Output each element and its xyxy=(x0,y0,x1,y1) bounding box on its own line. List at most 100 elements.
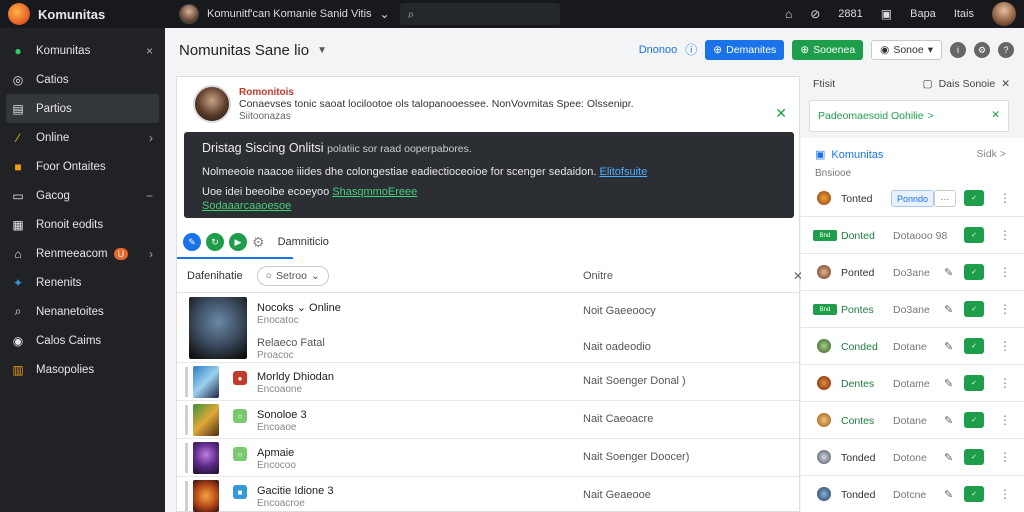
sidebar-item-foor-ontaites[interactable]: ■ Foor Ontaites xyxy=(0,152,165,181)
collapse-icon[interactable]: − xyxy=(146,189,153,203)
community-switcher[interactable]: Komunitf'can Komanie Sanid Vitis ⌄ xyxy=(179,4,390,24)
member-row[interactable]: Ponted Do3ane ✎ ✓ ⋮ xyxy=(801,254,1024,291)
kebab-menu-icon[interactable]: ⋮ xyxy=(999,339,1011,353)
member-avatar xyxy=(817,450,831,464)
close-icon[interactable]: ✕ xyxy=(775,105,787,122)
green-button[interactable]: ⊕ Sooenea xyxy=(792,40,864,60)
kebab-menu-icon[interactable]: ⋮ xyxy=(999,376,1011,390)
sidebar-item-nenanetoites[interactable]: ⌕ Nenanetoites xyxy=(0,297,165,326)
suggestion-card[interactable]: Padeomaesoid Oohilie > ✕ xyxy=(809,100,1009,132)
search-input[interactable]: ⌕ xyxy=(399,3,560,25)
settings-icon[interactable]: ⚙ xyxy=(974,42,990,58)
member-row[interactable]: Dentes Dotame ✎ ✓ ⋮ xyxy=(801,365,1024,402)
help-icon[interactable]: ? xyxy=(998,42,1014,58)
chevron-right-icon[interactable]: › xyxy=(149,247,153,261)
sidebar-item-partios[interactable]: ▤ Partios xyxy=(6,94,159,123)
close-icon[interactable]: ✕ xyxy=(991,109,1000,121)
member-row[interactable]: Conded Dotane ✎ ✓ ⋮ xyxy=(801,328,1024,365)
sidebar-item-catios[interactable]: ◎ Catios xyxy=(0,65,165,94)
approve-button[interactable]: ✓ xyxy=(964,412,984,428)
sidebar-item-masopolies[interactable]: ▥ Masopolies xyxy=(0,355,165,384)
approve-button[interactable]: ✓ xyxy=(964,449,984,465)
edit-icon[interactable]: ✎ xyxy=(944,266,953,279)
more-icon[interactable]: ··· xyxy=(934,190,956,207)
list-item[interactable]: ○ Sonoloe 3 Encoaoe Nait Caeoacre xyxy=(177,401,799,439)
link-icon[interactable]: ⊘ xyxy=(810,8,820,20)
member-date: Do3ane xyxy=(893,267,930,279)
kebab-menu-icon[interactable]: ⋮ xyxy=(999,450,1011,464)
home-icon[interactable]: ⌂ xyxy=(785,8,792,20)
community-section-title[interactable]: ▣ Komunitas xyxy=(815,148,884,162)
list-item[interactable]: Nocoks ⌄ Online Enocatoc Relaeco Fatal P… xyxy=(177,293,799,363)
info-panel-link[interactable]: Sodaaarcaaoesoe xyxy=(202,200,291,212)
approve-button[interactable]: ✓ xyxy=(964,264,984,280)
approve-button[interactable]: ✓ xyxy=(964,375,984,391)
list-icon: ▦ xyxy=(12,217,24,232)
play-icon[interactable]: ▶ xyxy=(229,233,247,251)
home-icon: ⌂ xyxy=(14,246,22,261)
top-label-a[interactable]: Bapa xyxy=(910,8,936,20)
member-row[interactable]: Tonted Ponndo ··· ✓ ⋮ xyxy=(801,180,1024,217)
item-tag-icon: ○ xyxy=(233,447,247,461)
sidebar-item-ronoit-eodits[interactable]: ▦ Ronoit eodits xyxy=(0,210,165,239)
community-section-link[interactable]: Sidk > xyxy=(977,148,1007,160)
list-item[interactable]: ● Morldy Dhiodan Encoaone Nait Soenger D… xyxy=(177,363,799,401)
kebab-menu-icon[interactable]: ⋮ xyxy=(999,228,1011,242)
chevron-down-icon: ⌄ xyxy=(379,7,390,21)
edit-icon[interactable]: ✎ xyxy=(944,377,953,390)
user-avatar[interactable] xyxy=(992,2,1016,26)
brand[interactable]: Komunitas xyxy=(0,0,165,28)
member-row[interactable]: Contes Dotane ✎ ✓ ⋮ xyxy=(801,402,1024,439)
options-dropdown[interactable]: ◉ Sonoe ▾ xyxy=(871,40,942,60)
approve-button[interactable]: ✓ xyxy=(964,190,984,206)
kebab-menu-icon[interactable]: ⋮ xyxy=(999,265,1011,279)
sidebar-item-renenits[interactable]: ✦ Renenits xyxy=(0,268,165,297)
column-header-status[interactable]: Onitre xyxy=(583,270,613,282)
sidebar-item-gacog[interactable]: ▭ Gacog − xyxy=(0,181,165,210)
kebab-menu-icon[interactable]: ⋮ xyxy=(999,191,1011,205)
sidebar-item-renmeeacom[interactable]: ⌂ Renmeeacom U › xyxy=(0,239,165,268)
edit-icon[interactable]: ✎ xyxy=(183,233,201,251)
list-item[interactable]: ○ Apmaie Encocoo Nait Soenger Doocer) xyxy=(177,439,799,477)
approve-button[interactable]: ✓ xyxy=(964,486,984,502)
approve-button[interactable]: ✓ xyxy=(964,301,984,317)
right-panel-action[interactable]: ▢ Dais Sonoie ✕ xyxy=(923,78,1010,90)
edit-icon[interactable]: ✎ xyxy=(944,488,953,501)
settings-icon[interactable]: ⚙ xyxy=(252,235,265,249)
info-panel-link[interactable]: ShasqmmoEreee xyxy=(332,186,417,198)
member-row[interactable]: Bnd Donted Dotaooo 98 ✓ ⋮ xyxy=(801,217,1024,254)
list-item[interactable]: ■ Gacitie Idione 3 Encoacroe Nait Geaeoo… xyxy=(177,477,799,512)
primary-button[interactable]: ⊕ Demanites xyxy=(705,40,785,60)
kebab-menu-icon[interactable]: ⋮ xyxy=(999,302,1011,316)
chat-icon[interactable]: ▣ xyxy=(881,8,892,20)
header-link[interactable]: Dnonoo xyxy=(639,44,678,56)
info-icon[interactable]: ⓘ xyxy=(685,44,697,56)
edit-icon[interactable]: ✎ xyxy=(944,414,953,427)
edit-icon[interactable]: ✎ xyxy=(944,340,953,353)
community-section-title-text: Komunitas xyxy=(831,148,884,161)
refresh-icon[interactable]: ↻ xyxy=(206,233,224,251)
info-panel-link[interactable]: Elitofsuite xyxy=(600,166,648,178)
member-row[interactable]: Tonded Dotone ✎ ✓ ⋮ xyxy=(801,439,1024,476)
member-action-button[interactable]: Ponndo xyxy=(891,190,935,207)
item-name-suffix: 3 xyxy=(300,409,307,421)
sidebar-item-calos-caims[interactable]: ◉ Calos Caims xyxy=(0,326,165,355)
kebab-menu-icon[interactable]: ⋮ xyxy=(999,487,1011,501)
approve-button[interactable]: ✓ xyxy=(964,227,984,243)
chevron-right-icon[interactable]: › xyxy=(149,131,153,145)
member-row[interactable]: Bnd Pontes Do3ane ✎ ✓ ⋮ xyxy=(801,291,1024,328)
top-label-b[interactable]: Itais xyxy=(954,8,974,20)
info-icon[interactable]: i xyxy=(950,42,966,58)
member-row[interactable]: Tonded Dotcne ✎ ✓ ⋮ xyxy=(801,476,1024,512)
close-icon[interactable]: × xyxy=(146,44,153,58)
filter-dropdown[interactable]: ○ Setroo ⌄ xyxy=(256,265,329,286)
kebab-menu-icon[interactable]: ⋮ xyxy=(999,413,1011,427)
chevron-down-icon[interactable]: ▼ xyxy=(317,45,327,56)
edit-icon[interactable]: ✎ xyxy=(944,451,953,464)
sidebar-item-komunitas[interactable]: ● Komunitas × xyxy=(0,36,165,65)
counter-label[interactable]: 2881 xyxy=(838,8,862,20)
sidebar-item-online[interactable]: ⁄ Online › xyxy=(0,123,165,152)
item-name: Gacitie Idione 3 xyxy=(257,485,333,497)
approve-button[interactable]: ✓ xyxy=(964,338,984,354)
edit-icon[interactable]: ✎ xyxy=(944,303,953,316)
